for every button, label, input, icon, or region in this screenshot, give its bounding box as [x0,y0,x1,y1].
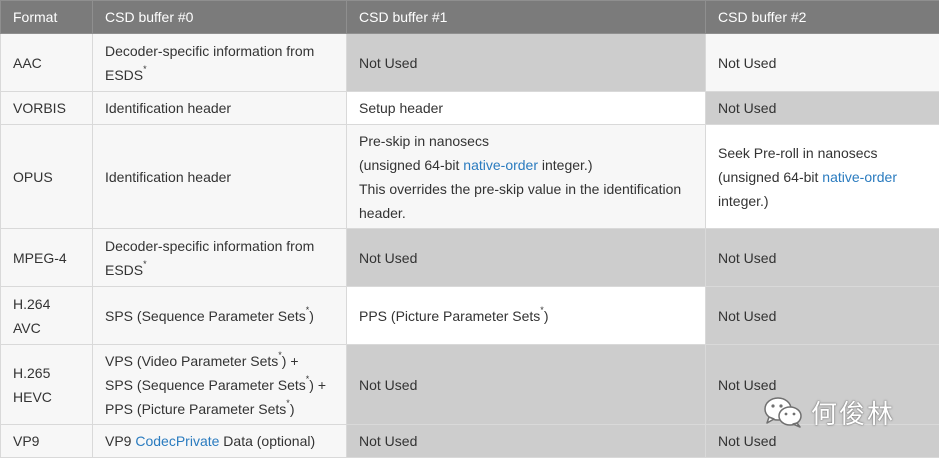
footnote-marker: * [540,305,544,315]
cell-text: Seek Pre-roll in nanosecs [718,141,927,165]
csd1-cell: PPS (Picture Parameter Sets*) [347,287,706,345]
footnote-marker: * [143,259,147,269]
cell-text-part: ) + [282,353,299,369]
format-line: HEVC [13,385,80,409]
cell-text-part: VPS (Video Parameter Sets [105,353,278,369]
cell-text: ) [309,308,314,324]
header-row: Format CSD buffer #0 CSD buffer #1 CSD b… [1,1,939,34]
csd-buffer-table: Format CSD buffer #0 CSD buffer #1 CSD b… [0,0,939,458]
footnote-marker: * [286,398,290,408]
format-cell: H.264 AVC [1,287,93,345]
cell-text-part: SPS (Sequence Parameter Sets [105,377,306,393]
format-line: H.264 [13,292,80,316]
cell-text-part: ) [290,401,295,417]
native-order-link[interactable]: native-order [463,157,538,173]
cell-text: integer.) [718,189,927,213]
cell-text: This overrides the pre-skip value in the… [359,177,693,225]
cell-text: Decoder-specific information from ESDS [105,43,314,83]
footnote-marker: * [306,374,310,384]
cell-text: ) [544,308,549,324]
header-csd1: CSD buffer #1 [347,1,706,34]
cell-text: SPS (Sequence Parameter Sets*) + [105,373,334,397]
cell-text: Pre-skip in nanosecs [359,129,693,153]
cell-text-part: (unsigned 64-bit [718,169,822,185]
header-format: Format [1,1,93,34]
csd1-cell: Not Used [347,34,706,92]
csd2-cell: Not Used [706,287,939,345]
csd1-cell: Not Used [347,425,706,458]
cell-text: PPS (Picture Parameter Sets [359,308,540,324]
cell-text: PPS (Picture Parameter Sets*) [105,397,334,421]
cell-text-part: (unsigned 64-bit [359,157,463,173]
table-row: MPEG-4 Decoder-specific information from… [1,229,939,287]
cell-text: Decoder-specific information from ESDS [105,238,314,278]
table-row: OPUS Identification header Pre-skip in n… [1,125,939,229]
csd2-cell: Not Used [706,92,939,125]
footnote-marker: * [278,350,282,360]
format-line: H.265 [13,361,80,385]
csd1-cell: Not Used [347,345,706,425]
csd0-cell: Decoder-specific information from ESDS* [93,229,347,287]
table-row: VORBIS Identification header Setup heade… [1,92,939,125]
cell-text: VP9 [105,433,135,449]
csd1-cell: Setup header [347,92,706,125]
format-cell: VORBIS [1,92,93,125]
csd1-cell: Not Used [347,229,706,287]
watermark: 何俊林 [763,392,939,432]
codecprivate-link[interactable]: CodecPrivate [135,433,219,449]
wechat-icon [763,396,805,428]
csd2-cell: Seek Pre-roll in nanosecs (unsigned 64-b… [706,125,939,229]
header-csd0: CSD buffer #0 [93,1,347,34]
format-cell: OPUS [1,125,93,229]
csd0-cell: SPS (Sequence Parameter Sets*) [93,287,347,345]
csd0-cell: Decoder-specific information from ESDS* [93,34,347,92]
watermark-text: 何俊林 [811,394,895,431]
csd1-cell: Pre-skip in nanosecs (unsigned 64-bit na… [347,125,706,229]
table-row: H.264 AVC SPS (Sequence Parameter Sets*)… [1,287,939,345]
format-line: AVC [13,316,80,340]
cell-text-part: PPS (Picture Parameter Sets [105,401,286,417]
csd0-cell: Identification header [93,125,347,229]
format-cell: AAC [1,34,93,92]
cell-text: (unsigned 64-bit native-order integer.) [359,153,693,177]
format-cell: MPEG-4 [1,229,93,287]
cell-text: VPS (Video Parameter Sets*) + [105,349,334,373]
csd2-cell: Not Used [706,229,939,287]
cell-text-part: integer.) [538,157,592,173]
cell-text: SPS (Sequence Parameter Sets [105,308,306,324]
cell-text: (unsigned 64-bit native-order [718,165,927,189]
csd2-cell: Not Used [706,34,939,92]
footnote-marker: * [306,305,310,315]
cell-text: Data (optional) [219,433,315,449]
footnote-marker: * [143,64,147,74]
format-cell: H.265 HEVC [1,345,93,425]
csd0-cell: VPS (Video Parameter Sets*) + SPS (Seque… [93,345,347,425]
header-csd2: CSD buffer #2 [706,1,939,34]
cell-text-part: ) + [309,377,326,393]
csd0-cell: VP9 CodecPrivate Data (optional) [93,425,347,458]
format-cell: VP9 [1,425,93,458]
native-order-link[interactable]: native-order [822,169,897,185]
table-row: AAC Decoder-specific information from ES… [1,34,939,92]
csd0-cell: Identification header [93,92,347,125]
